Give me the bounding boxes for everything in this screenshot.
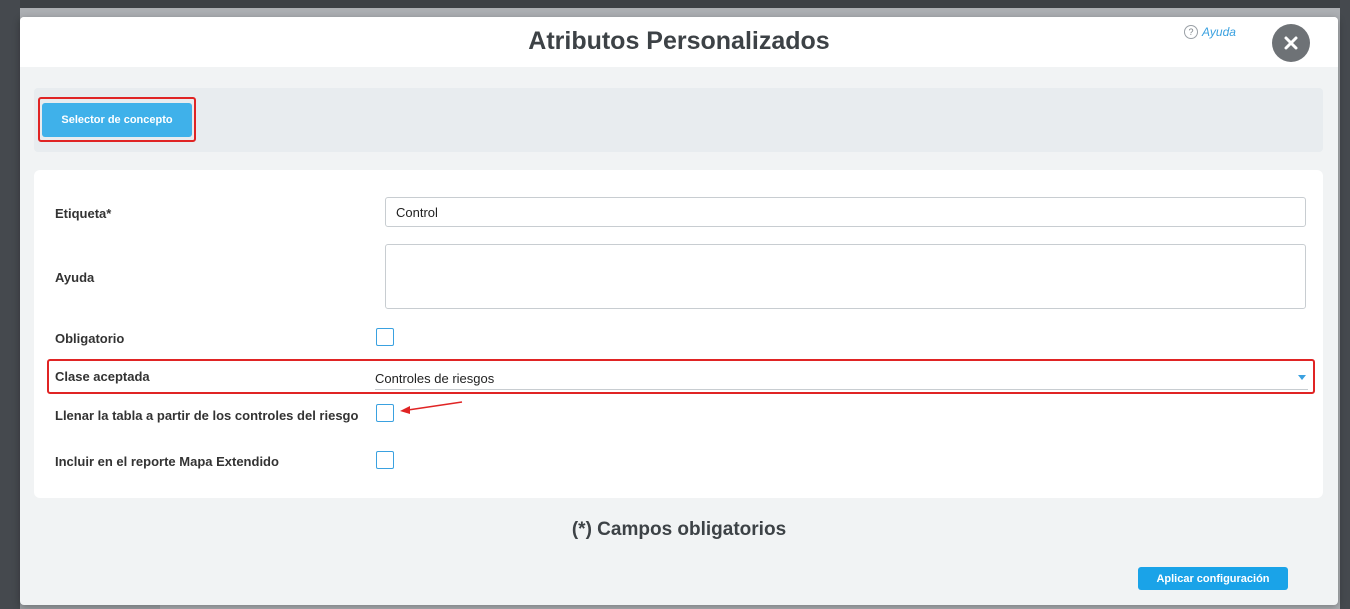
clase-aceptada-value: Controles de riesgos [375,371,495,386]
help-link-label: Ayuda [1202,25,1236,39]
help-link[interactable]: ? Ayuda [1184,25,1236,39]
modal-title: Atributos Personalizados [528,27,830,55]
etiqueta-field[interactable] [385,197,1306,227]
incluir-reporte-label: Incluir en el reporte Mapa Extendido [55,454,279,469]
concept-toolbar [34,88,1323,152]
obligatorio-checkbox[interactable] [376,328,394,346]
clase-aceptada-select[interactable]: Controles de riesgos [375,367,1308,390]
etiqueta-label: Etiqueta* [55,206,112,221]
required-fields-note: (*) Campos obligatorios [571,519,787,540]
llenar-tabla-checkbox[interactable] [376,404,394,422]
custom-attributes-modal: Atributos Personalizados ? Ayuda Selecto… [20,17,1338,605]
clase-aceptada-label: Clase aceptada [55,369,150,384]
close-button[interactable] [1272,24,1310,62]
obligatorio-label: Obligatorio [55,331,125,346]
apply-configuration-button[interactable]: Aplicar configuración [1138,567,1288,590]
ayuda-field[interactable] [385,244,1306,309]
ayuda-label: Ayuda [55,270,95,285]
modal-header: Atributos Personalizados ? Ayuda [20,17,1338,67]
question-circle-icon: ? [1184,25,1198,39]
llenar-tabla-label: Llenar la tabla a partir de los controle… [55,408,359,423]
close-icon [1284,36,1298,50]
dropdown-arrow-icon [1298,375,1306,380]
concept-selector-button[interactable]: Selector de concepto [42,103,192,137]
incluir-reporte-checkbox[interactable] [376,451,394,469]
pointer-arrow-icon [400,401,463,414]
